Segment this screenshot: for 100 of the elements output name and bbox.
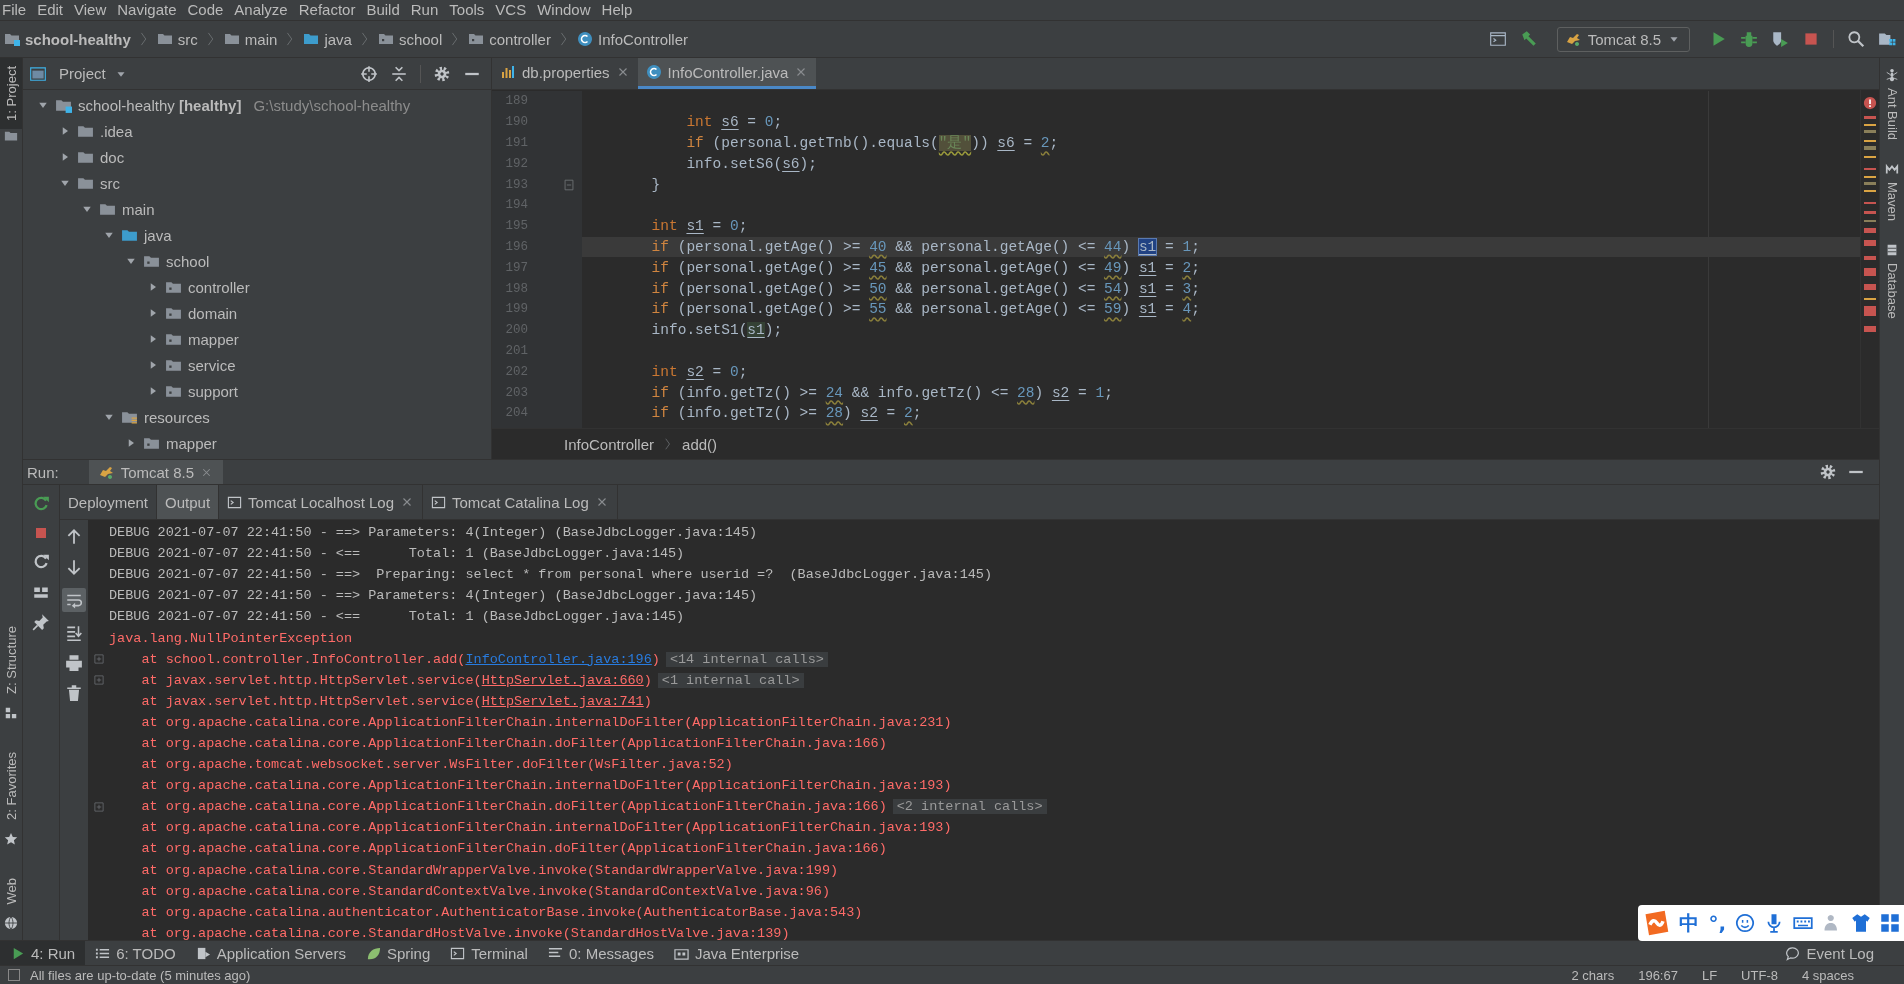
bug-icon[interactable] bbox=[1740, 30, 1758, 48]
breadcrumb-item[interactable]: controller bbox=[466, 28, 553, 50]
breadcrumb-item[interactable]: java bbox=[301, 28, 354, 50]
code-line: int s1 = 0; bbox=[650, 218, 748, 235]
breadcrumb-item[interactable]: InfoController bbox=[564, 435, 655, 453]
tree-item[interactable]: support bbox=[188, 382, 239, 400]
tree-item[interactable]: school-healthy [healthy] bbox=[78, 96, 242, 114]
stop-icon[interactable] bbox=[1802, 30, 1820, 48]
hammer-icon[interactable] bbox=[1519, 30, 1538, 48]
tree-item[interactable]: doc bbox=[100, 148, 125, 166]
tool-window-button[interactable]: 2: Favorites bbox=[0, 743, 22, 828]
menu-item[interactable]: Build bbox=[364, 0, 409, 20]
run-tab[interactable]: Tomcat Catalina Log bbox=[423, 485, 618, 519]
breadcrumb-item[interactable]: add() bbox=[682, 435, 718, 453]
shirt-icon[interactable] bbox=[1851, 913, 1871, 933]
breadcrumb-item[interactable]: main bbox=[221, 28, 280, 50]
internal-calls-fold[interactable]: <2 internal calls> bbox=[892, 799, 1047, 815]
punctuation-toggle[interactable]: °, bbox=[1708, 911, 1726, 935]
breadcrumb-item[interactable]: school-healthy bbox=[2, 28, 133, 50]
terminal-window-icon[interactable] bbox=[1488, 30, 1507, 48]
tree-item[interactable]: school bbox=[166, 252, 210, 270]
breadcrumb-item[interactable]: school bbox=[375, 28, 445, 50]
search-icon[interactable] bbox=[1847, 30, 1865, 48]
tool-window-button[interactable]: Application Servers bbox=[185, 941, 356, 965]
grid-icon[interactable] bbox=[1880, 913, 1900, 933]
tool-window-button[interactable]: Terminal bbox=[440, 941, 538, 965]
console-line: java.lang.NullPointerException bbox=[109, 630, 353, 646]
shield-play-icon[interactable] bbox=[1771, 30, 1789, 48]
input-mode-toggle[interactable]: 中 bbox=[1679, 909, 1700, 937]
status-item[interactable]: 4 spaces bbox=[1791, 967, 1864, 983]
run-configuration-dropdown[interactable]: Tomcat 8.5 bbox=[1556, 26, 1690, 52]
pin-icon[interactable] bbox=[32, 613, 50, 631]
refresh-icon[interactable] bbox=[32, 553, 50, 571]
menu-item[interactable]: File bbox=[0, 0, 36, 20]
fold-marker-icon[interactable] bbox=[562, 177, 576, 192]
print-icon[interactable] bbox=[65, 654, 83, 672]
crosshair-icon[interactable] bbox=[360, 64, 378, 83]
tool-window-button[interactable]: 1: Project bbox=[0, 58, 22, 129]
scroll-to-end-icon[interactable] bbox=[65, 624, 83, 642]
menu-item[interactable]: Window bbox=[535, 0, 600, 20]
menu-item[interactable]: Refactor bbox=[296, 0, 365, 20]
stop-icon[interactable] bbox=[33, 525, 49, 541]
trash-icon[interactable] bbox=[65, 684, 83, 702]
arrow-down-icon[interactable] bbox=[65, 558, 83, 576]
collapse-all-icon[interactable] bbox=[390, 64, 408, 83]
tool-window-button[interactable]: Maven bbox=[1884, 180, 1900, 240]
tool-window-button[interactable]: Z: Structure bbox=[0, 617, 22, 702]
status-item[interactable]: LF bbox=[1691, 967, 1728, 983]
tool-window-button[interactable]: Web bbox=[0, 869, 22, 912]
tree-item[interactable]: .idea bbox=[100, 122, 133, 140]
menu-item[interactable]: Analyze bbox=[232, 0, 297, 20]
menu-item[interactable]: View bbox=[72, 0, 116, 20]
settings-icon[interactable] bbox=[1819, 463, 1837, 481]
menu-item[interactable]: Edit bbox=[35, 0, 73, 20]
tool-window-button[interactable]: Java Enterprise bbox=[664, 941, 810, 965]
smiley-icon[interactable] bbox=[1735, 913, 1755, 933]
source-link[interactable]: HttpServlet.java:660 bbox=[481, 672, 644, 688]
menu-item[interactable]: Run bbox=[408, 0, 448, 20]
source-link[interactable]: InfoController.java:196 bbox=[465, 651, 652, 667]
rerun-icon[interactable] bbox=[32, 495, 50, 513]
event-log-button[interactable]: Event Log bbox=[1775, 941, 1884, 965]
menu-item[interactable]: Navigate bbox=[115, 0, 186, 20]
menu-item[interactable]: VCS bbox=[493, 0, 536, 20]
menu-item[interactable]: Help bbox=[599, 0, 642, 20]
project-view-dropdown[interactable]: Project bbox=[59, 65, 128, 82]
terminal-icon bbox=[431, 494, 446, 510]
tool-window-button[interactable]: 4: Run bbox=[0, 941, 86, 965]
breadcrumb-item[interactable]: InfoController bbox=[574, 28, 690, 50]
tree-item[interactable]: controller bbox=[188, 278, 250, 296]
internal-calls-fold[interactable]: <14 internal calls> bbox=[665, 651, 828, 667]
tree-item[interactable]: domain bbox=[188, 304, 238, 322]
arrow-up-icon[interactable] bbox=[65, 528, 83, 546]
settings-icon[interactable] bbox=[433, 64, 451, 83]
tree-item[interactable]: mapper bbox=[166, 434, 217, 452]
run-tab[interactable]: Tomcat 8.5 bbox=[88, 460, 224, 484]
tool-window-button[interactable]: Ant Build bbox=[1884, 86, 1900, 159]
tool-window-button[interactable]: 6: TODO bbox=[85, 941, 186, 965]
code-line: info.setS1(s1); bbox=[650, 322, 783, 339]
internal-calls-fold[interactable]: <1 internal call> bbox=[657, 672, 804, 688]
editor-tab[interactable]: db.properties bbox=[492, 58, 638, 89]
source-link[interactable]: HttpServlet.java:741 bbox=[481, 693, 644, 709]
tool-window-button[interactable]: Spring bbox=[355, 941, 441, 965]
project-structure-icon[interactable] bbox=[1878, 30, 1896, 48]
tree-item[interactable]: mapper bbox=[188, 330, 239, 348]
tree-item[interactable]: main bbox=[122, 200, 155, 218]
tool-window-button[interactable]: Database bbox=[1884, 261, 1900, 337]
menu-item[interactable]: Code bbox=[185, 0, 233, 20]
menu-item[interactable]: Tools bbox=[447, 0, 494, 20]
breadcrumb-item[interactable]: src bbox=[154, 28, 200, 50]
tool-window-button[interactable]: 0: Messages bbox=[537, 941, 664, 965]
run-tab[interactable]: Output bbox=[157, 485, 220, 519]
tree-item[interactable]: java bbox=[144, 226, 172, 244]
run-tab[interactable]: Tomcat Localhost Log bbox=[219, 485, 423, 519]
tree-item[interactable]: service bbox=[188, 356, 236, 374]
status-item[interactable]: 2 chars bbox=[1561, 967, 1625, 983]
tree-item[interactable]: resources bbox=[144, 408, 210, 426]
editor-tab[interactable]: InfoController.java bbox=[637, 58, 817, 89]
status-item[interactable]: 196:67 bbox=[1628, 967, 1688, 983]
tree-item[interactable]: src bbox=[100, 174, 120, 192]
status-item[interactable]: UTF-8 bbox=[1731, 967, 1788, 983]
